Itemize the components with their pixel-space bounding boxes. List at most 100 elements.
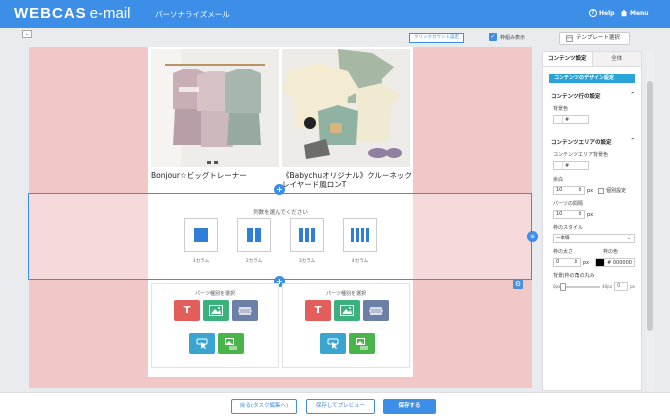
column-option-label: 3カラム bbox=[298, 259, 316, 264]
corner-radius-slider[interactable] bbox=[560, 282, 601, 291]
add-row-above-button[interactable]: + bbox=[274, 184, 285, 195]
frame-display-toggle[interactable]: ✓ 枠組み表示 bbox=[489, 33, 525, 41]
three-column-button[interactable] bbox=[290, 218, 324, 252]
divider-part-button[interactable] bbox=[232, 300, 258, 321]
template-select-button[interactable]: テンプレート選択 bbox=[559, 32, 630, 45]
border-color-input[interactable]: # 000000 bbox=[595, 258, 635, 267]
column-option-1[interactable]: 1カラム bbox=[184, 218, 218, 264]
button-part-button[interactable] bbox=[189, 333, 215, 354]
bg-color-input[interactable]: # bbox=[553, 115, 589, 124]
row-settings-section-header[interactable]: コンテンツ行の設定 ⌃ bbox=[551, 92, 635, 100]
four-column-icon-bar bbox=[361, 228, 364, 242]
tab-content-settings[interactable]: コンテンツ設定 bbox=[543, 52, 593, 66]
chevron-up-icon: ⌃ bbox=[630, 92, 635, 98]
chevron-down-icon: ⌄ bbox=[627, 236, 631, 241]
image-text-part-button[interactable] bbox=[349, 333, 375, 354]
two-column-icon bbox=[247, 228, 253, 242]
border-width-input[interactable]: 0 ⇕ bbox=[553, 258, 581, 267]
home-icon bbox=[620, 9, 628, 17]
four-column-icon-bar bbox=[356, 228, 359, 242]
row-settings-title: コンテンツ行の設定 bbox=[551, 94, 601, 100]
area-bg-label: コンテンツエリア背景色 bbox=[553, 152, 609, 158]
button-pointer-icon bbox=[196, 338, 208, 349]
three-column-icon-bar bbox=[305, 228, 309, 242]
image-part-button[interactable] bbox=[334, 300, 360, 321]
drag-handle-icon[interactable]: ≡ bbox=[527, 231, 538, 242]
product-image[interactable] bbox=[282, 49, 410, 167]
product-caption[interactable]: 《Babychuオリジナル》クルーネック bbox=[282, 171, 412, 180]
area-settings-section-header[interactable]: コンテンツエリアの設定 ⌃ bbox=[551, 138, 635, 146]
border-width-label: 枠の太さ bbox=[553, 249, 574, 255]
column-option-2[interactable]: 2カラム bbox=[237, 218, 271, 264]
click-count-settings-button[interactable]: クリックカウント設定 bbox=[409, 33, 464, 43]
border-labels-row: 枠の太さ 枠の色 bbox=[553, 248, 635, 255]
part-selector-right: パーツ種別を選択 T bbox=[282, 283, 410, 368]
button-part-button[interactable] bbox=[320, 333, 346, 354]
template-select-label: テンプレート選択 bbox=[576, 35, 620, 41]
help-icon: ? bbox=[589, 9, 597, 17]
save-and-preview-button[interactable]: 保存してプレビュー bbox=[306, 399, 375, 414]
divider-part-button[interactable] bbox=[363, 300, 389, 321]
corner-unit: px bbox=[630, 284, 635, 289]
part-selector-left: パーツ種別を選択 T bbox=[151, 283, 279, 368]
margin-row: 10 ⇕ px 個別設定 bbox=[553, 186, 641, 195]
logo-main: WEBCAS bbox=[14, 5, 87, 22]
corner-radius-label: 背景|枠の角の丸み bbox=[553, 273, 595, 279]
corner-value: 0 bbox=[617, 283, 621, 289]
settings-scrollbar[interactable] bbox=[646, 51, 654, 391]
two-column-button[interactable] bbox=[237, 218, 271, 252]
clothing-flatlay-image bbox=[282, 49, 410, 167]
text-part-button[interactable]: T bbox=[305, 300, 331, 321]
border-color-value: # 000000 bbox=[607, 259, 632, 266]
text-icon: T bbox=[183, 305, 191, 316]
column-option-3[interactable]: 3カラム bbox=[290, 218, 324, 264]
slider-handle[interactable] bbox=[560, 282, 567, 291]
stepper-icon: ⇕ bbox=[577, 211, 582, 217]
parts-gap-unit: px bbox=[587, 211, 594, 218]
border-color-swatch[interactable] bbox=[596, 259, 606, 266]
help-button[interactable]: ? Help bbox=[589, 9, 614, 17]
four-column-button[interactable] bbox=[343, 218, 377, 252]
column-option-4[interactable]: 4カラム bbox=[343, 218, 377, 264]
page-title: パーソナライズメール bbox=[155, 10, 230, 19]
tab-overall[interactable]: 全体 bbox=[592, 52, 641, 66]
back-to-task-button[interactable]: 戻る(タスク編集へ) bbox=[231, 399, 297, 414]
area-bg-swatch[interactable] bbox=[554, 162, 563, 169]
collapse-toggle-button[interactable]: ⌄ bbox=[22, 30, 32, 38]
text-part-button[interactable]: T bbox=[174, 300, 200, 321]
margin-value: 10 bbox=[556, 187, 563, 193]
chevron-up-icon: ⌃ bbox=[630, 138, 635, 144]
part-selector-title: パーツ種別を選択 bbox=[195, 291, 235, 297]
one-column-button[interactable] bbox=[184, 218, 218, 252]
help-label: Help bbox=[599, 9, 615, 17]
bg-color-swatch[interactable] bbox=[554, 116, 563, 123]
save-button[interactable]: 保存する bbox=[383, 399, 436, 414]
product-item[interactable]: Bonjour☆ビッグトレーナー bbox=[151, 49, 279, 180]
area-settings-title: コンテンツエリアの設定 bbox=[551, 140, 612, 146]
frame-display-checkbox[interactable]: ✓ bbox=[489, 33, 497, 41]
column-option-label: 2カラム bbox=[245, 259, 263, 264]
product-item[interactable]: 《Babychuオリジナル》クルーネック レイヤード風ロンT bbox=[282, 49, 412, 189]
border-style-select[interactable]: 一本線 ⌄ bbox=[553, 234, 635, 243]
area-bg-value: # bbox=[565, 162, 570, 169]
product-caption[interactable]: Bonjour☆ビッグトレーナー bbox=[151, 171, 279, 180]
content-design-banner: コンテンツのデザイン設定 bbox=[549, 74, 635, 83]
image-text-part-button[interactable] bbox=[218, 333, 244, 354]
parts-gap-input[interactable]: 10 ⇕ bbox=[553, 210, 585, 219]
scrollbar-thumb[interactable] bbox=[647, 81, 653, 331]
three-column-icon bbox=[299, 228, 303, 242]
image-part-button[interactable] bbox=[203, 300, 229, 321]
divider-icon bbox=[238, 306, 252, 315]
area-bg-input[interactable]: # bbox=[553, 161, 589, 170]
menu-label: Menu bbox=[630, 9, 649, 17]
clothing-rack-image bbox=[151, 49, 279, 167]
webcas-logo[interactable]: WEBCAS e-mail bbox=[14, 5, 131, 23]
row-settings-gear-icon[interactable]: ⚙ bbox=[513, 279, 523, 289]
stepper-icon: ⇕ bbox=[577, 187, 582, 193]
product-caption-line2[interactable]: レイヤード風ロンT bbox=[282, 180, 410, 189]
individual-setting-checkbox[interactable] bbox=[598, 187, 605, 194]
corner-radius-input[interactable]: 0 bbox=[614, 282, 629, 291]
margin-input[interactable]: 10 ⇕ bbox=[553, 186, 585, 195]
product-image[interactable] bbox=[151, 49, 279, 167]
menu-button[interactable]: Menu bbox=[620, 9, 649, 17]
